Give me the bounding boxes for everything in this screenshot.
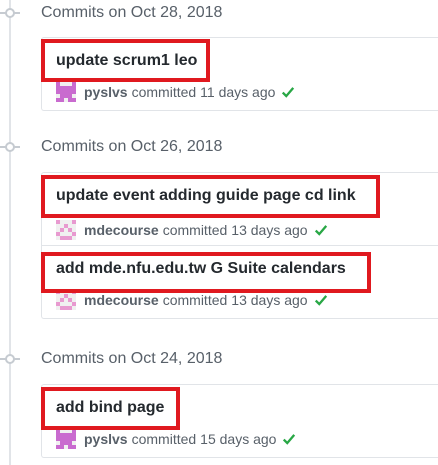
commit-node-icon [0,142,20,152]
committed-label: committed [162,222,228,238]
commit-meta: pyslvs committed 15 days ago [56,429,296,449]
commit-meta: pyslvs committed 11 days ago [56,82,295,102]
commits-date-header: Commits on Oct 26, 2018 [41,138,223,155]
avatar-icon[interactable] [56,429,76,449]
check-icon[interactable] [281,85,295,99]
commit-time: 15 days ago [200,431,277,447]
commit-item: update event adding guide page cd link m… [42,173,438,245]
committed-label: committed [131,431,197,447]
avatar-icon[interactable] [56,290,76,310]
commit-meta: mdecourse committed 13 days ago [56,290,328,310]
commit-node-icon [0,354,20,364]
check-icon[interactable] [314,293,328,307]
commit-title-link[interactable]: update scrum1 leo [56,52,197,70]
commit-time: 13 days ago [231,222,308,238]
check-icon[interactable] [282,432,296,446]
committed-label: committed [162,292,228,308]
timeline-line [9,0,11,465]
commit-time: 11 days ago [200,84,276,100]
commit-title-link[interactable]: add bind page [56,399,164,417]
commit-meta: mdecourse committed 13 days ago [56,220,328,240]
avatar-icon[interactable] [56,82,76,102]
commit-title-link[interactable]: update event adding guide page cd link [56,187,356,205]
commit-item: add mde.nfu.edu.tw G Suite calendars mde… [42,245,438,318]
commit-list: add bind page pyslvs committed 15 days a… [41,384,438,458]
commit-author-link[interactable]: mdecourse [84,292,159,308]
commit-time: 13 days ago [231,292,308,308]
commit-item: update scrum1 leo pyslvs committed 11 da… [42,38,438,110]
commit-title-link[interactable]: add mde.nfu.edu.tw G Suite calendars [56,260,346,278]
check-icon[interactable] [314,223,328,237]
commit-node-icon [0,8,20,18]
committed-label: committed [131,84,197,100]
commit-list: update scrum1 leo pyslvs committed 11 da… [41,37,438,111]
commit-author-link[interactable]: pyslvs [84,84,128,100]
commit-list: update event adding guide page cd link m… [41,172,438,319]
commit-author-link[interactable]: pyslvs [84,431,128,447]
commit-item: add bind page pyslvs committed 15 days a… [42,385,438,457]
commits-date-header: Commits on Oct 28, 2018 [41,4,223,21]
commits-date-header: Commits on Oct 24, 2018 [41,350,223,367]
commit-author-link[interactable]: mdecourse [84,222,159,238]
avatar-icon[interactable] [56,220,76,240]
